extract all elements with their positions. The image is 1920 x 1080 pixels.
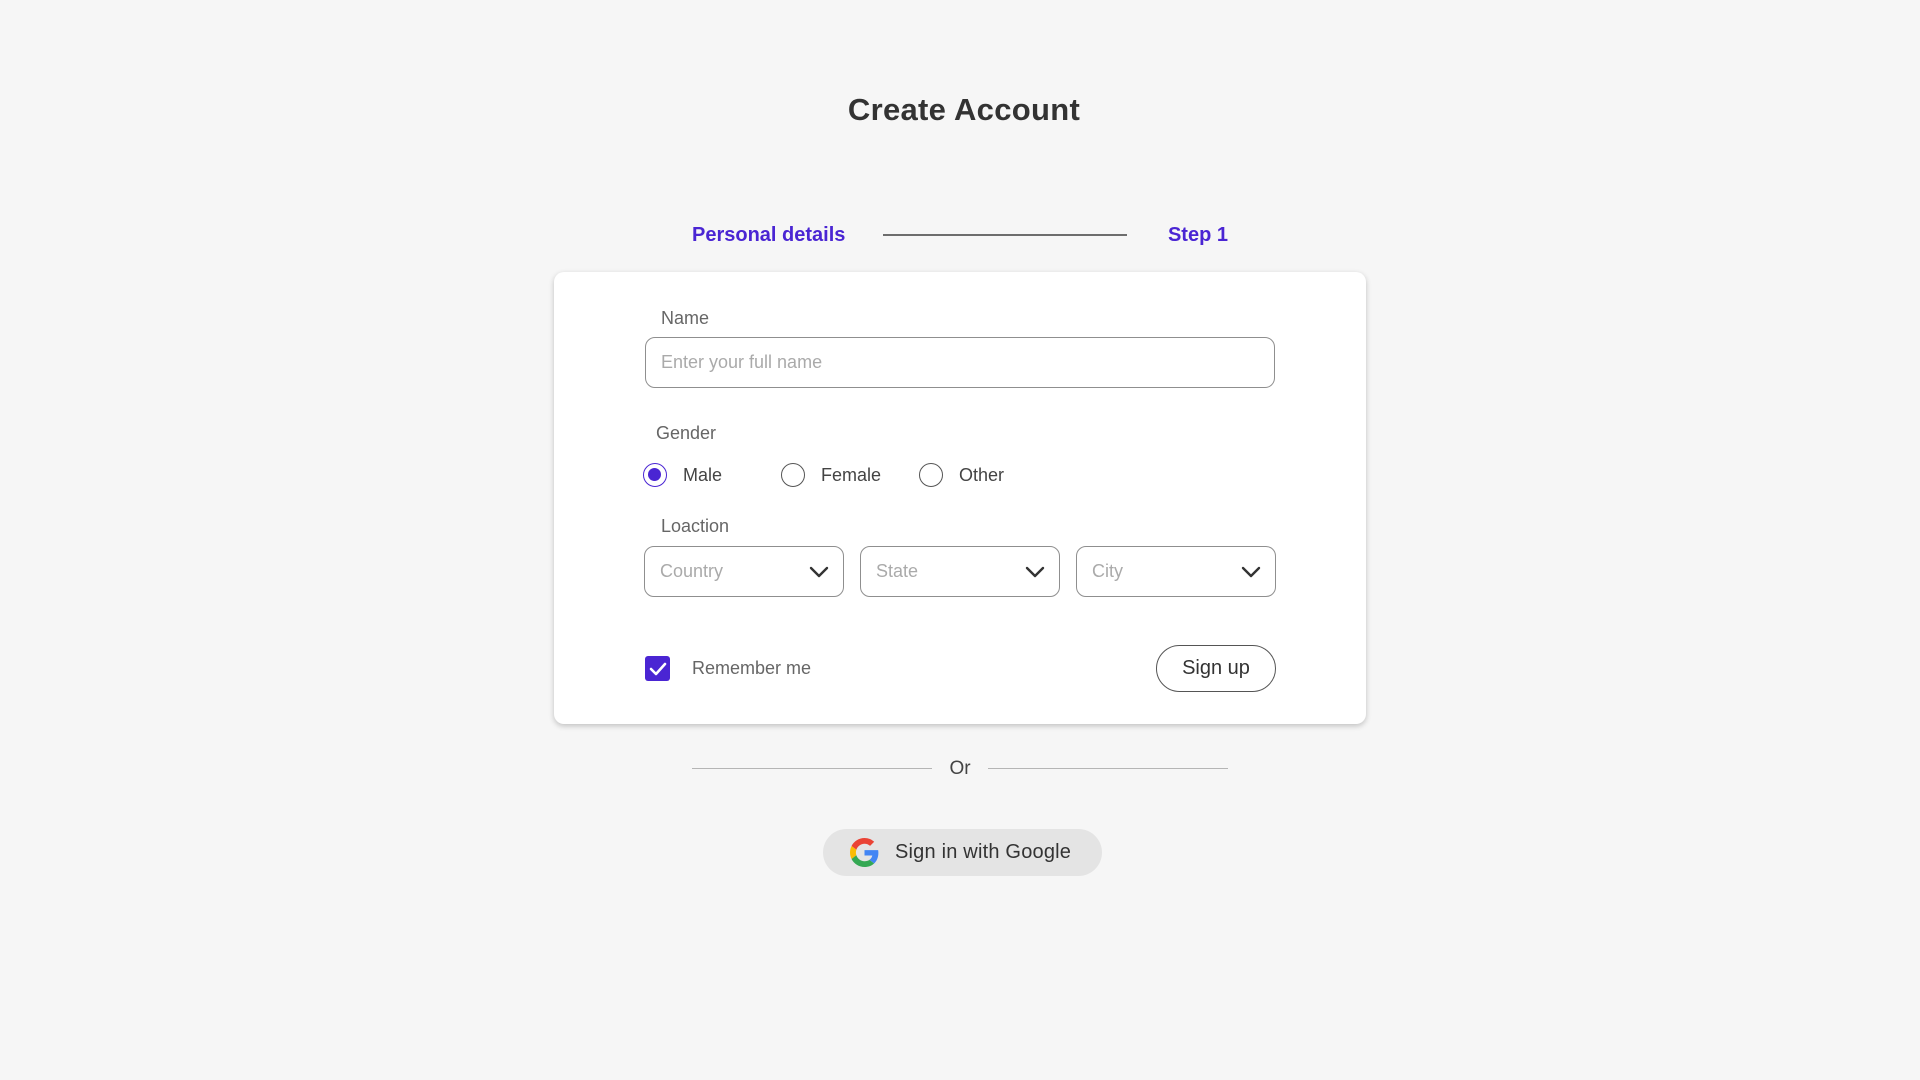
gender-option-label: Female — [821, 464, 882, 485]
country-select[interactable]: Country — [644, 546, 844, 597]
signup-form-card: Name Gender Male Female Other Loaction C… — [554, 272, 1366, 724]
radio-unchecked-icon[interactable] — [919, 463, 943, 487]
country-placeholder: Country — [660, 561, 724, 581]
gender-label: Gender — [656, 423, 717, 443]
stepper: Personal details Step 1 — [692, 222, 1228, 248]
gender-radio-group: Male Female Other — [643, 460, 1143, 490]
state-placeholder: State — [876, 561, 919, 581]
page: Create Account Personal details Step 1 N… — [0, 0, 1920, 1080]
remember-me-checkbox[interactable] — [645, 656, 670, 681]
step-indicator: Step 1 — [1167, 224, 1228, 246]
radio-unchecked-icon[interactable] — [781, 463, 805, 487]
or-divider: Or — [692, 756, 1228, 782]
sign-up-button[interactable]: Sign up — [1156, 645, 1276, 692]
chevron-down-icon — [1241, 566, 1261, 577]
google-sign-in-button[interactable]: Sign in with Google — [823, 829, 1102, 876]
chevron-down-icon — [1025, 566, 1045, 577]
city-select[interactable]: City — [1076, 546, 1276, 597]
gender-option-male[interactable]: Male — [643, 460, 722, 490]
step-connector — [883, 234, 1127, 236]
step-title: Personal details — [692, 224, 846, 246]
page-title: Create Account — [847, 92, 1081, 127]
divider-line — [988, 768, 1228, 769]
location-label: Loaction — [661, 516, 730, 536]
remember-me-label: Remember me — [692, 658, 812, 678]
google-icon — [850, 838, 879, 867]
name-input[interactable] — [645, 337, 1275, 388]
radio-checked-icon[interactable] — [643, 463, 667, 487]
name-label: Name — [661, 308, 710, 328]
state-select[interactable]: State — [860, 546, 1060, 597]
gender-option-label: Other — [959, 464, 1005, 485]
city-placeholder: City — [1092, 561, 1123, 581]
chevron-down-icon — [809, 566, 829, 577]
google-sign-in-label: Sign in with Google — [895, 841, 1072, 863]
gender-option-female[interactable]: Female — [781, 460, 881, 490]
gender-option-other[interactable]: Other — [919, 460, 1004, 490]
checkmark-icon — [649, 662, 666, 675]
divider-text: Or — [949, 758, 971, 779]
gender-option-label: Male — [683, 464, 723, 485]
